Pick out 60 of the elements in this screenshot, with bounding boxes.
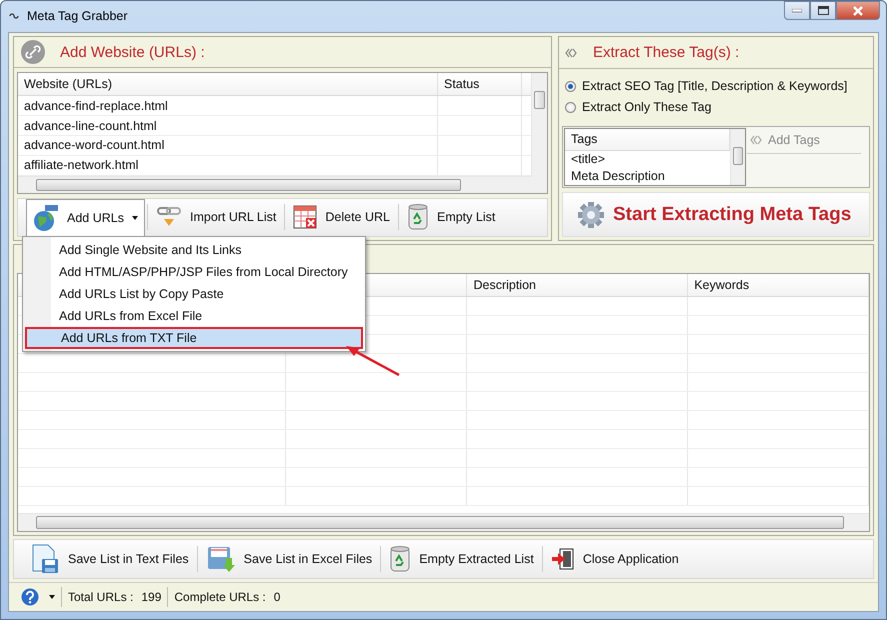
status-value: 199: [140, 590, 162, 604]
horizontal-scrollbar[interactable]: [18, 513, 869, 531]
menu-item[interactable]: Add URLs from Excel File: [25, 305, 363, 327]
toolbar-button[interactable]: Empty List: [400, 200, 502, 234]
status-label: Complete URLs :: [173, 590, 267, 604]
recycle-bin-icon: [389, 545, 412, 573]
toolbar-button[interactable]: Save List in Text Files: [24, 542, 195, 576]
floppy-file-icon: [30, 544, 60, 574]
url-cell: advance-word-count.html: [18, 136, 438, 155]
add-urls-dropdown[interactable]: Add URLs: [26, 198, 145, 236]
app-icon: [9, 12, 19, 20]
recycle-bin-icon: [406, 203, 429, 232]
minimize-icon: [792, 8, 802, 12]
radio-button[interactable]: [565, 80, 576, 92]
maximize-icon: [818, 6, 828, 15]
radio-option[interactable]: Extract SEO Tag [Title, Description & Keywords]: [565, 79, 873, 93]
floppy-download-icon: [206, 544, 236, 574]
column-header[interactable]: Status: [438, 73, 522, 96]
vertical-scrollbar[interactable]: [730, 129, 745, 185]
url-cell: advance-line-count.html: [18, 116, 438, 135]
toolbar-button[interactable]: Delete URL: [287, 200, 396, 234]
toolbar-button[interactable]: Close Application: [544, 542, 685, 576]
window-title: Meta Tag Grabber: [27, 9, 128, 23]
globe-icon: [33, 204, 59, 232]
gear-icon: [577, 200, 605, 228]
menu-item[interactable]: Add URLs from TXT File: [25, 327, 363, 349]
double-chevron-icon: [565, 48, 579, 58]
vertical-scrollbar[interactable]: [531, 73, 547, 176]
toolbar-button[interactable]: Empty Extracted List: [383, 542, 540, 576]
close-icon: [852, 6, 864, 16]
horizontal-scrollbar[interactable]: [18, 176, 531, 193]
status-label: Total URLs :: [67, 590, 134, 604]
tag-cell-text: Meta Description: [570, 168, 666, 185]
column-header[interactable]: Description: [467, 274, 688, 296]
minimize-button[interactable]: [784, 1, 810, 20]
url-cell: advance-find-replace.html: [18, 96, 438, 116]
spreadsheet-delete-icon: [293, 205, 318, 230]
exit-door-icon: [550, 547, 575, 571]
column-header[interactable]: Keywords: [688, 274, 869, 296]
maximize-button[interactable]: [810, 1, 836, 20]
panel-title: Add Website (URLs) :: [60, 44, 205, 61]
radio-option[interactable]: Extract Only These Tag: [565, 100, 873, 114]
menu-item[interactable]: Add Single Website and Its Links: [25, 239, 363, 261]
url-cell: affiliate-network.html: [18, 156, 438, 175]
add-tags-label: Add Tags: [768, 133, 820, 147]
column-header[interactable]: Website (URLs): [18, 73, 438, 96]
toolbar-button[interactable]: Import URL List: [150, 200, 282, 234]
start-extracting-button[interactable]: Start Extracting Meta Tags: [573, 198, 856, 230]
panel-title: Extract These Tag(s) :: [593, 44, 740, 61]
close-button[interactable]: [836, 1, 880, 20]
menu-item[interactable]: Add URLs List by Copy Paste: [25, 283, 363, 305]
status-value: 0: [272, 590, 282, 604]
tag-cell-text: <title>: [570, 151, 606, 168]
link-icon: [20, 39, 46, 66]
pointer-arrow: [346, 346, 400, 376]
help-icon: [21, 588, 39, 606]
radio-button[interactable]: [565, 102, 576, 112]
toolbar-button[interactable]: Save List in Excel Files: [200, 542, 378, 576]
double-chevron-icon: [750, 135, 764, 145]
menu-item[interactable]: Add HTML/ASP/PHP/JSP Files from Local Directory: [25, 261, 363, 283]
